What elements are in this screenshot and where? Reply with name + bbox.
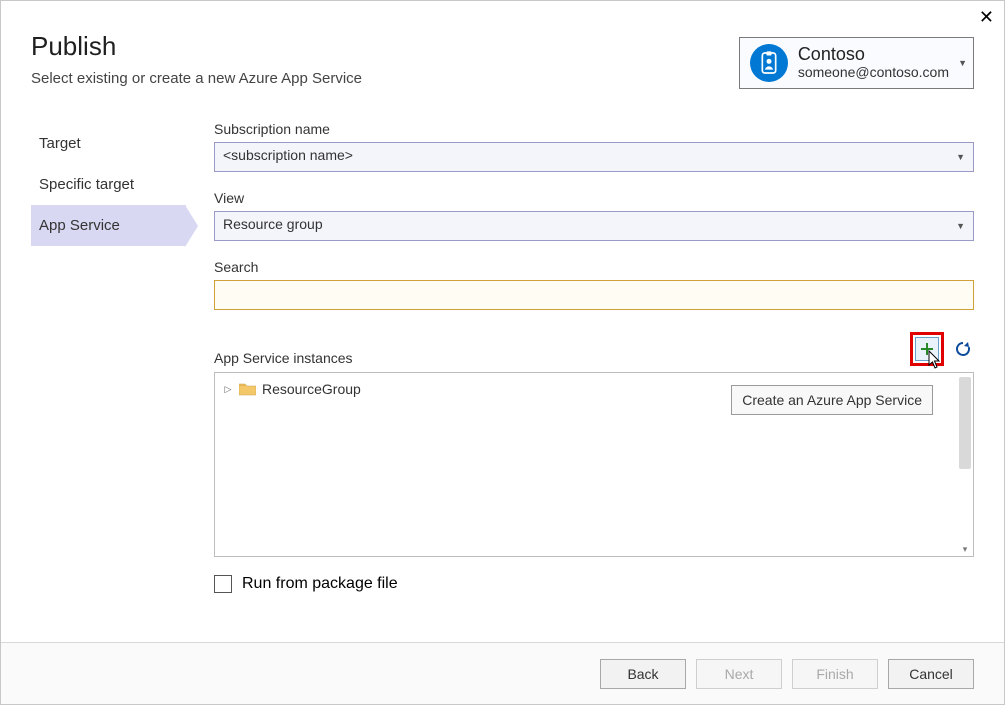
subscription-label: Subscription name [214, 121, 974, 137]
finish-button[interactable]: Finish [792, 659, 878, 689]
run-from-package-label: Run from package file [242, 575, 398, 593]
run-from-package-row: Run from package file [214, 575, 974, 593]
back-button[interactable]: Back [600, 659, 686, 689]
tree-node-label: ResourceGroup [262, 381, 361, 397]
scrollbar-thumb[interactable] [959, 377, 971, 469]
form-panel: Subscription name <subscription name> ▼ … [186, 117, 1004, 593]
account-email: someone@contoso.com [798, 65, 949, 80]
step-app-service[interactable]: App Service [31, 205, 186, 246]
scroll-down-icon[interactable]: ▾ [960, 544, 970, 554]
cancel-button[interactable]: Cancel [888, 659, 974, 689]
chevron-down-icon: ▼ [956, 221, 965, 231]
create-tooltip: Create an Azure App Service [731, 385, 933, 415]
account-picker[interactable]: Contoso someone@contoso.com ▼ [739, 37, 974, 89]
chevron-down-icon: ▼ [956, 152, 965, 162]
step-target[interactable]: Target [31, 123, 186, 164]
account-avatar [750, 44, 788, 82]
plus-icon [920, 342, 934, 356]
chevron-down-icon: ▼ [958, 58, 967, 68]
annotation-highlight [910, 332, 944, 366]
refresh-icon [954, 340, 972, 358]
instances-tree[interactable]: Create an Azure App Service ▷ ResourceGr… [214, 372, 974, 557]
view-value: Resource group [223, 216, 323, 232]
publish-dialog: ✕ Publish Select existing or create a ne… [0, 0, 1005, 705]
instances-label: App Service instances [214, 350, 353, 366]
account-org: Contoso [798, 45, 949, 65]
search-label: Search [214, 259, 974, 275]
create-app-service-button[interactable] [915, 337, 939, 361]
dialog-footer: Back Next Finish Cancel [1, 642, 1004, 704]
expand-icon[interactable]: ▷ [223, 384, 233, 395]
search-input[interactable] [214, 280, 974, 310]
next-button[interactable]: Next [696, 659, 782, 689]
run-from-package-checkbox[interactable] [214, 575, 232, 593]
subscription-select[interactable]: <subscription name> ▼ [214, 142, 974, 172]
instances-toolbar [910, 332, 974, 366]
wizard-steps: Target Specific target App Service [1, 117, 186, 593]
folder-icon [239, 382, 256, 396]
view-select[interactable]: Resource group ▼ [214, 211, 974, 241]
account-text: Contoso someone@contoso.com [798, 45, 949, 80]
dialog-header: Publish Select existing or create a new … [1, 1, 1004, 87]
view-label: View [214, 190, 974, 206]
refresh-button[interactable] [952, 338, 974, 360]
id-badge-icon [759, 51, 779, 75]
step-specific-target[interactable]: Specific target [31, 164, 186, 205]
subscription-value: <subscription name> [223, 147, 353, 163]
